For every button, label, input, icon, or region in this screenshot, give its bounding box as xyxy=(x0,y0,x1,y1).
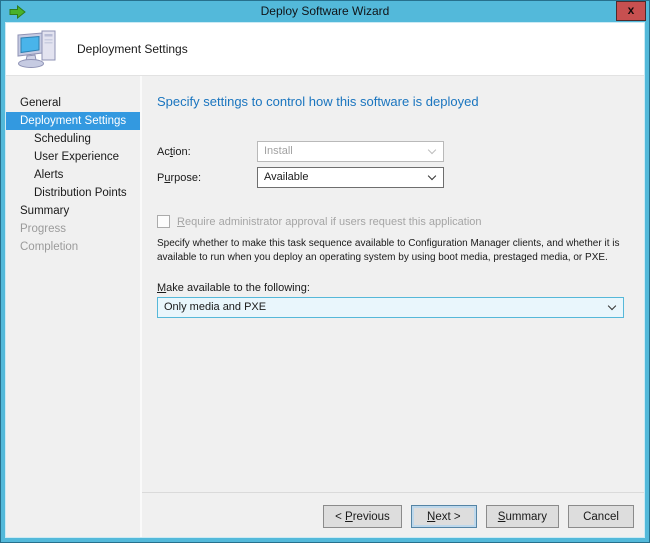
action-label: Action: xyxy=(157,146,257,158)
approval-checkbox xyxy=(157,215,170,228)
sidebar-item-scheduling[interactable]: Scheduling xyxy=(6,130,140,148)
approval-row: Require administrator approval if users … xyxy=(157,215,624,228)
sidebar-item-progress: Progress xyxy=(6,220,140,238)
action-dropdown: Install xyxy=(257,141,444,162)
action-value: Install xyxy=(264,142,429,161)
wizard-body: General Deployment Settings Scheduling U… xyxy=(6,76,644,537)
make-available-value: Only media and PXE xyxy=(164,298,609,317)
sidebar-item-deployment-settings[interactable]: Deployment Settings xyxy=(6,112,140,130)
summary-button[interactable]: Summary xyxy=(486,505,559,528)
sidebar-item-summary[interactable]: Summary xyxy=(6,202,140,220)
sidebar-item-distribution-points[interactable]: Distribution Points xyxy=(6,184,140,202)
action-row: Action: Install xyxy=(157,141,624,162)
sidebar-item-completion: Completion xyxy=(6,238,140,256)
close-icon: x xyxy=(628,3,635,17)
title-bar: Deploy Software Wizard x xyxy=(1,1,649,22)
content-panel: Specify settings to control how this sof… xyxy=(142,76,644,492)
chevron-down-icon xyxy=(428,171,436,179)
make-available-wrap: Only media and PXE xyxy=(157,297,624,318)
client-area: Deployment Settings General Deployment S… xyxy=(6,23,644,537)
cancel-button[interactable]: Cancel xyxy=(568,505,634,528)
wizard-window: Deploy Software Wizard x Deployment Sett… xyxy=(0,0,650,543)
sidebar-item-alerts[interactable]: Alerts xyxy=(6,166,140,184)
previous-button[interactable]: < Previous xyxy=(323,505,402,528)
wizard-steps-sidebar: General Deployment Settings Scheduling U… xyxy=(6,76,140,537)
purpose-row: Purpose: Available xyxy=(157,167,624,188)
make-available-dropdown[interactable]: Only media and PXE xyxy=(157,297,624,318)
content-column: Specify settings to control how this sof… xyxy=(142,76,644,537)
content-heading: Specify settings to control how this sof… xyxy=(157,94,624,109)
button-bar: < Previous Next > Summary Cancel xyxy=(142,492,644,537)
page-title: Deployment Settings xyxy=(77,42,188,56)
purpose-dropdown[interactable]: Available xyxy=(257,167,444,188)
purpose-label: Purpose: xyxy=(157,172,257,184)
wizard-header: Deployment Settings xyxy=(6,23,644,76)
sidebar-item-general[interactable]: General xyxy=(6,94,140,112)
sidebar-item-user-experience[interactable]: User Experience xyxy=(6,148,140,166)
description-text: Specify whether to make this task sequen… xyxy=(157,237,635,265)
computer-icon xyxy=(15,29,61,69)
chevron-down-icon xyxy=(608,301,616,309)
close-button[interactable]: x xyxy=(616,1,646,21)
make-available-label: Make available to the following: xyxy=(157,282,624,294)
next-button[interactable]: Next > xyxy=(411,505,477,528)
window-title: Deploy Software Wizard xyxy=(1,4,649,18)
chevron-down-icon xyxy=(428,145,436,153)
approval-label: Require administrator approval if users … xyxy=(177,216,482,228)
purpose-value: Available xyxy=(264,168,429,187)
